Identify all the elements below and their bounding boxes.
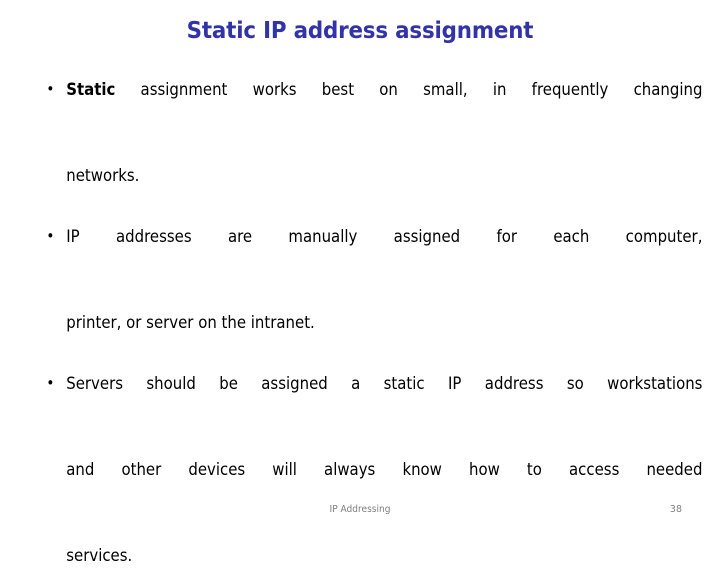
list-item-text: Servers should be assigned a static IP a… bbox=[66, 374, 703, 393]
slide-footer: IP Addressing 38 bbox=[0, 496, 720, 540]
list-item-continuation-2: services. bbox=[66, 546, 133, 565]
slide-canvas: Static IP address assignment • Static as… bbox=[0, 0, 720, 565]
bullet-icon: • bbox=[46, 80, 55, 98]
bullet-icon: • bbox=[46, 227, 55, 245]
list-item: • Servers should be assigned a static IP… bbox=[40, 362, 702, 577]
footer-label: IP Addressing bbox=[329, 504, 391, 515]
list-item-text: assignment works best on small, in frequ… bbox=[115, 80, 703, 99]
list-item-continuation: networks. bbox=[66, 166, 140, 185]
page-title: Static IP address assignment bbox=[186, 18, 534, 44]
list-item: • IP addresses are manually assigned for… bbox=[40, 215, 702, 344]
bullet-icon: • bbox=[46, 374, 55, 392]
page-number: 38 bbox=[669, 504, 682, 515]
list-item-continuation: printer, or server on the intranet. bbox=[66, 313, 315, 332]
list-item: • Static assignment works best on small,… bbox=[40, 68, 702, 197]
list-item-line: Static assignment works best on small, i… bbox=[66, 68, 702, 154]
list-item-text: IP addresses are manually assigned for e… bbox=[66, 227, 703, 246]
list-item-lead-bold: Static bbox=[66, 80, 116, 99]
